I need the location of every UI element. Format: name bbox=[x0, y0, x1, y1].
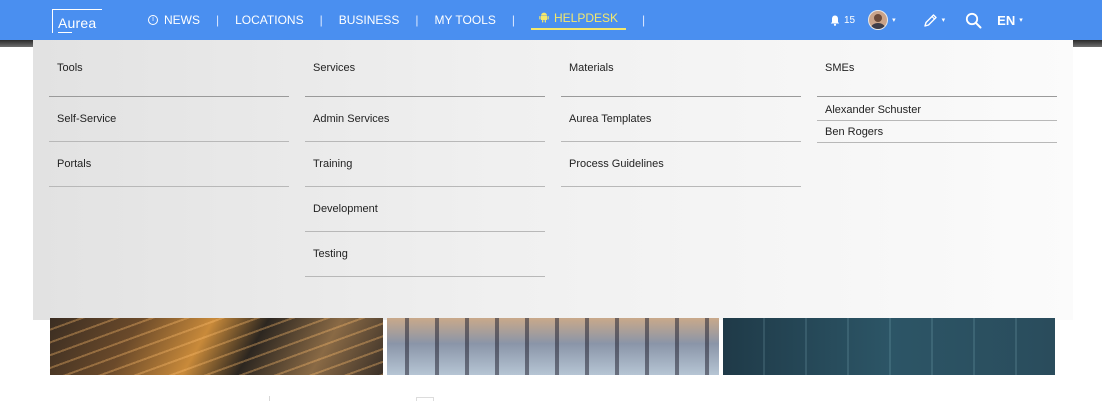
nav-item-my-tools[interactable]: MY TOOLS bbox=[435, 13, 496, 27]
menu-item[interactable]: Aurea Templates bbox=[561, 97, 801, 142]
chevron-down-icon: ▾ bbox=[1019, 17, 1023, 24]
city-highway-image-card[interactable] bbox=[50, 318, 383, 375]
menu-item[interactable]: Development bbox=[305, 187, 545, 232]
nav-separator: | bbox=[216, 13, 220, 27]
menu-column-heading[interactable]: Services bbox=[305, 40, 545, 97]
data-center-image-card[interactable] bbox=[723, 318, 1055, 375]
notifications-button[interactable]: 15 bbox=[830, 15, 855, 26]
search-button[interactable] bbox=[965, 12, 982, 29]
menu-item[interactable]: Testing bbox=[305, 232, 545, 277]
menu-column-tools: Tools Self-Service Portals bbox=[49, 40, 289, 187]
menu-item[interactable]: Process Guidelines bbox=[561, 142, 801, 187]
main-nav: i NEWS | LOCATIONS | BUSINESS | MY TOOLS… bbox=[148, 0, 661, 40]
nav-item-my-tools-label: MY TOOLS bbox=[434, 13, 496, 27]
nav-item-locations[interactable]: LOCATIONS bbox=[235, 13, 303, 27]
language-selector[interactable]: EN ▾ bbox=[997, 13, 1023, 28]
menu-column-smes: SMEs Alexander Schuster Ben Rogers bbox=[817, 40, 1057, 143]
chevron-down-icon: ▾ bbox=[892, 17, 896, 24]
search-icon bbox=[966, 12, 982, 28]
android-icon bbox=[539, 12, 549, 23]
divider bbox=[269, 396, 270, 401]
language-label: EN bbox=[997, 12, 1016, 28]
chevron-down-icon: ▾ bbox=[941, 17, 946, 24]
logo-text: Aurea bbox=[58, 15, 97, 31]
pencil-icon bbox=[923, 13, 937, 27]
menu-item[interactable]: Self-Service bbox=[49, 97, 289, 142]
toolbar: 15 ▾ ▾ EN ▾ bbox=[830, 0, 1023, 40]
user-menu[interactable]: ▾ bbox=[868, 10, 896, 30]
feature-cards bbox=[48, 318, 1058, 376]
nav-separator: | bbox=[319, 13, 323, 27]
menu-item[interactable]: Alexander Schuster bbox=[817, 99, 1057, 121]
menu-column-heading[interactable]: SMEs bbox=[817, 40, 1057, 97]
nav-item-locations-label: LOCATIONS bbox=[235, 13, 304, 27]
menu-column-heading[interactable]: Tools bbox=[49, 40, 289, 97]
menu-column-heading[interactable]: Materials bbox=[561, 40, 801, 97]
helpdesk-mega-menu: Tools Self-Service Portals Services Admi… bbox=[33, 40, 1073, 320]
bell-icon bbox=[830, 15, 840, 26]
nav-separator: | bbox=[511, 13, 516, 27]
nav-separator: | bbox=[642, 13, 646, 27]
nav-item-news[interactable]: i NEWS bbox=[148, 13, 200, 27]
avatar bbox=[868, 10, 889, 30]
menu-item[interactable]: Training bbox=[305, 142, 545, 187]
menu-item[interactable]: Portals bbox=[49, 142, 289, 187]
nav-item-business-label: BUSINESS bbox=[338, 13, 400, 27]
top-navigation-bar: Aurea i NEWS | LOCATIONS | BUSINESS | MY… bbox=[0, 0, 1102, 40]
nav-item-business[interactable]: BUSINESS bbox=[339, 13, 400, 27]
menu-column-services: Services Admin Services Training Develop… bbox=[305, 40, 545, 277]
menu-item[interactable]: Admin Services bbox=[305, 97, 545, 142]
divider bbox=[416, 397, 434, 401]
edit-menu-button[interactable]: ▾ bbox=[923, 13, 946, 28]
business-people-image-card[interactable] bbox=[387, 318, 719, 375]
nav-separator: | bbox=[415, 13, 419, 27]
notification-count: 15 bbox=[844, 14, 856, 26]
info-icon: i bbox=[148, 15, 158, 25]
nav-item-news-label: NEWS bbox=[164, 13, 200, 27]
nav-item-helpdesk[interactable]: HELPDESK bbox=[531, 10, 627, 30]
nav-item-helpdesk-label: HELPDESK bbox=[554, 10, 619, 25]
aurea-logo[interactable]: Aurea bbox=[52, 9, 102, 33]
menu-item[interactable]: Ben Rogers bbox=[817, 121, 1057, 143]
menu-column-materials: Materials Aurea Templates Process Guidel… bbox=[561, 40, 801, 187]
